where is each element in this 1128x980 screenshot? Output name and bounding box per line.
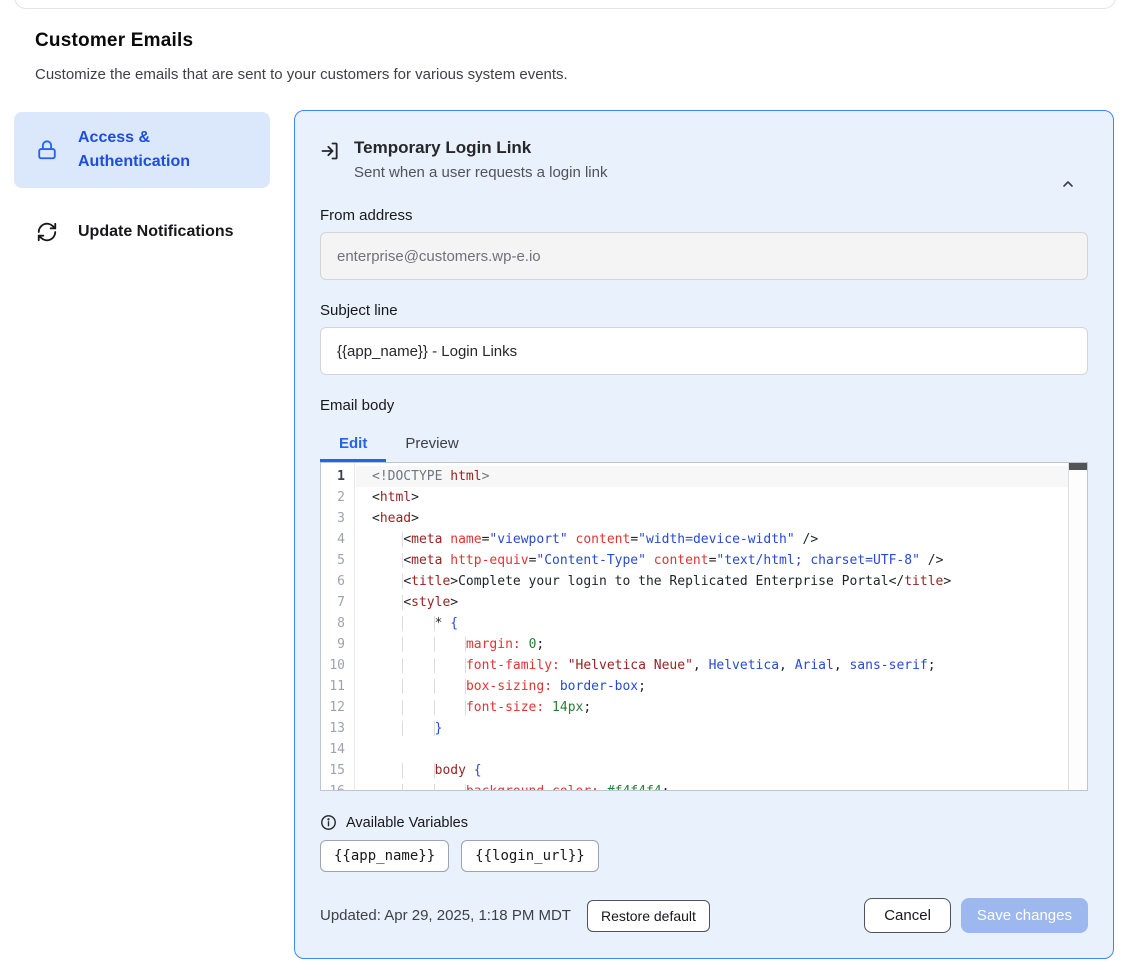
line-number: 7 [321,592,354,613]
code-line: margin: 0; [356,634,1068,655]
line-number: 5 [321,550,354,571]
code-line: <head> [356,508,1068,529]
code-line: <meta http-equiv="Content-Type" content=… [356,550,1068,571]
variable-chip-login-url[interactable]: {{login_url}} [461,840,599,872]
updated-timestamp: Updated: Apr 29, 2025, 1:18 PM MDT [320,907,571,924]
lock-icon [36,139,58,161]
line-number: 6 [321,571,354,592]
editor-tabs: Edit Preview [320,426,1088,462]
card-title: Temporary Login Link [354,136,607,160]
line-number: 11 [321,676,354,697]
line-number: 14 [321,739,354,760]
page-title: Customer Emails [35,30,193,52]
editor-scrollbar[interactable] [1068,463,1087,790]
line-number: 9 [321,634,354,655]
line-number: 12 [321,697,354,718]
line-number: 4 [321,529,354,550]
code-line: * { [356,613,1068,634]
restore-default-button[interactable]: Restore default [587,900,710,932]
line-number: 8 [321,613,354,634]
save-changes-button[interactable]: Save changes [961,898,1088,933]
code-line: font-size: 14px; [356,697,1068,718]
card-header: Temporary Login Link Sent when a user re… [320,136,1088,183]
card-subtitle: Sent when a user requests a login link [354,162,607,183]
email-types-sidebar: Access & Authentication Update Notificat… [14,112,270,258]
card-header-text: Temporary Login Link Sent when a user re… [354,136,607,183]
line-number: 2 [321,487,354,508]
line-number: 10 [321,655,354,676]
tab-edit[interactable]: Edit [320,426,386,462]
line-number: 13 [321,718,354,739]
card-footer: Updated: Apr 29, 2025, 1:18 PM MDT Resto… [320,898,1088,933]
sidebar-item-update-notifications[interactable]: Update Notifications [14,206,270,258]
from-address-label: From address [320,207,1088,224]
editor-gutter: 12345678910111213141516 [321,463,355,790]
code-line: } [356,718,1068,739]
code-line: <!DOCTYPE html> [356,466,1068,487]
email-body-label: Email body [320,397,1088,414]
chevron-up-icon [1060,176,1076,192]
code-editor[interactable]: 12345678910111213141516 <!DOCTYPE html><… [320,462,1088,791]
code-line: box-sizing: border-box; [356,676,1068,697]
code-line: background-color: #f4f4f4; [356,781,1068,790]
collapse-button[interactable] [1056,172,1080,196]
line-number: 3 [321,508,354,529]
code-line: <meta name="viewport" content="width=dev… [356,529,1068,550]
sidebar-item-label: Access & Authentication [78,126,250,174]
refresh-icon [36,221,58,243]
line-number: 1 [321,466,354,487]
page-subtitle: Customize the emails that are sent to yo… [35,66,568,83]
subject-line-label: Subject line [320,302,1088,319]
cancel-button[interactable]: Cancel [864,898,951,933]
editor-scrollbar-thumb[interactable] [1069,463,1087,470]
sidebar-item-access-authentication[interactable]: Access & Authentication [14,112,270,188]
temporary-login-link-card: Temporary Login Link Sent when a user re… [294,110,1114,959]
line-number: 16 [321,781,354,791]
info-icon [320,814,337,831]
editor-code: <!DOCTYPE html><html><head> <meta name="… [356,463,1068,790]
previous-card-edge [14,0,1116,9]
from-address-input [320,232,1088,280]
available-variables-row: Available Variables [320,814,1088,831]
code-line: body { [356,760,1068,781]
log-in-icon [320,141,340,183]
variable-chips: {{app_name}} {{login_url}} [320,840,1088,872]
code-line: <title>Complete your login to the Replic… [356,571,1068,592]
variable-chip-app-name[interactable]: {{app_name}} [320,840,449,872]
tab-preview[interactable]: Preview [386,426,477,462]
code-line: <html> [356,487,1068,508]
sidebar-item-label: Update Notifications [78,220,234,244]
code-line: <style> [356,592,1068,613]
code-line: font-family: "Helvetica Neue", Helvetica… [356,655,1068,676]
available-variables-label: Available Variables [346,815,468,831]
subject-line-input[interactable] [320,327,1088,375]
line-number: 15 [321,760,354,781]
code-line [356,739,1068,760]
